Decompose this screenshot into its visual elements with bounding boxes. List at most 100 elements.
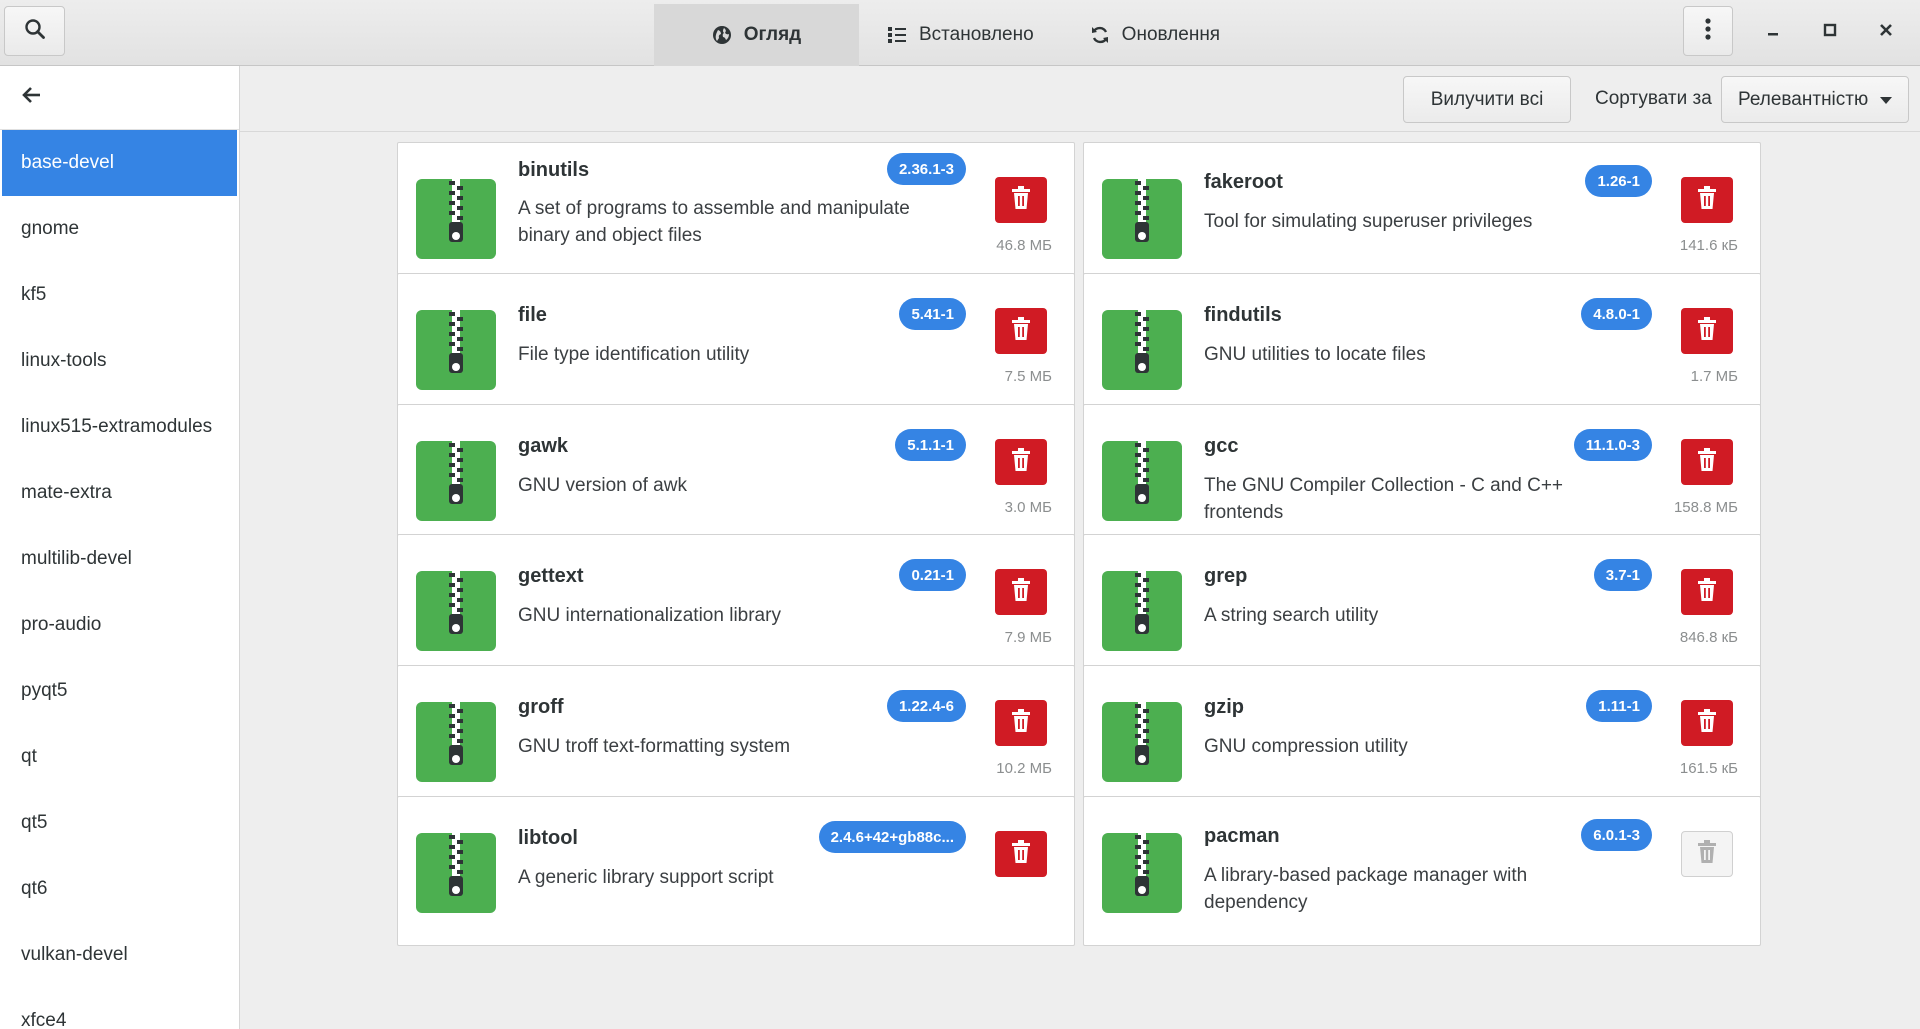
maximize-button[interactable] (1808, 10, 1852, 54)
package-description: GNU internationalization library (518, 605, 781, 626)
trash-icon (1696, 185, 1718, 215)
tab-updates[interactable]: Оновлення (1062, 4, 1248, 66)
package-card-file[interactable]: file 5.41-1 File type identification utili… (397, 273, 1075, 423)
sidebar-item-gnome[interactable]: gnome (0, 196, 239, 262)
package-card-grep[interactable]: grep 3.7-1 A string search utility 846.8 кБ (1083, 534, 1761, 684)
remove-package-button[interactable] (1681, 177, 1733, 223)
version-badge: 6.0.1-3 (1581, 819, 1652, 851)
package-icon (416, 179, 496, 259)
package-name: fakeroot (1204, 171, 1283, 193)
sidebar-item-vulkan-devel[interactable]: vulkan-devel (0, 922, 239, 988)
package-card-groff[interactable]: groff 1.22.4-6 GNU troff text-formatting s… (397, 665, 1075, 815)
zip-archive-icon (1102, 833, 1182, 917)
trash-icon (1010, 839, 1032, 869)
trash-icon (1696, 577, 1718, 607)
trash-icon (1696, 839, 1718, 869)
package-description: GNU utilities to locate files (1204, 344, 1426, 365)
package-card-fakeroot[interactable]: fakeroot 1.26-1 Tool for simulating superu… (1083, 142, 1761, 292)
package-name: libtool (518, 827, 578, 849)
remove-package-button[interactable] (1681, 439, 1733, 485)
version-badge: 1.11-1 (1586, 690, 1652, 722)
package-card-gawk[interactable]: gawk 5.1.1-1 GNU version of awk 3.0 МБ (397, 404, 1075, 554)
remove-package-button[interactable] (995, 831, 1047, 877)
package-name: gzip (1204, 696, 1244, 718)
header-bar: Огляд Встановлено Оновлення (0, 0, 1920, 66)
arrow-left-icon (22, 86, 42, 109)
remove-package-button[interactable] (995, 177, 1047, 223)
zip-archive-icon (416, 441, 496, 525)
sidebar-item-pro-audio[interactable]: pro-audio (0, 592, 239, 658)
package-size: 7.9 МБ (1004, 629, 1052, 646)
close-button[interactable] (1864, 10, 1908, 54)
tab-installed-label: Встановлено (919, 24, 1034, 45)
package-icon (1102, 441, 1182, 521)
version-badge: 5.41-1 (899, 298, 966, 330)
package-size: 161.5 кБ (1679, 760, 1738, 777)
remove-package-button[interactable] (1681, 700, 1733, 746)
sidebar-item-multilib-devel[interactable]: multilib-devel (0, 526, 239, 592)
remove-package-button[interactable] (995, 569, 1047, 615)
sidebar-item-base-devel[interactable]: base-devel (2, 130, 237, 196)
package-size: 3.0 МБ (1004, 499, 1052, 516)
sidebar: base-devel gnome kf5 linux-tools linux515-ex… (0, 66, 240, 1029)
package-card-gettext[interactable]: gettext 0.21-1 GNU internationalization li… (397, 534, 1075, 684)
package-name: grep (1204, 565, 1248, 587)
sidebar-item-linux-tools[interactable]: linux-tools (0, 328, 239, 394)
minimize-icon (1766, 23, 1780, 42)
remove-package-button[interactable] (1681, 831, 1733, 877)
sidebar-item-linux515-extramodules[interactable]: linux515-extramodules (0, 394, 239, 460)
remove-package-button[interactable] (995, 700, 1047, 746)
remove-package-button[interactable] (1681, 569, 1733, 615)
search-button[interactable] (4, 6, 65, 56)
package-icon (416, 833, 496, 913)
sidebar-item-qt[interactable]: qt (0, 724, 239, 790)
package-size: 46.8 МБ (996, 237, 1052, 254)
package-icon (416, 310, 496, 390)
zip-archive-icon (1102, 179, 1182, 263)
package-name: gawk (518, 435, 569, 457)
tab-updates-label: Оновлення (1121, 24, 1221, 45)
trash-icon (1696, 447, 1718, 477)
package-name: binutils (518, 159, 590, 181)
version-badge: 1.26-1 (1585, 165, 1652, 197)
tab-explore[interactable]: Огляд (654, 4, 859, 66)
package-icon (416, 571, 496, 651)
minimize-button[interactable] (1751, 10, 1795, 54)
package-card-libtool[interactable]: libtool 2.4.6+42+gb88c... A generic librar… (397, 796, 1075, 946)
trash-icon (1696, 316, 1718, 346)
version-badge: 4.8.0-1 (1581, 298, 1652, 330)
package-description: GNU version of awk (518, 475, 687, 496)
remove-all-button[interactable]: Вилучити всі (1403, 76, 1571, 123)
sidebar-item-kf5[interactable]: kf5 (0, 262, 239, 328)
tab-installed[interactable]: Встановлено (859, 4, 1062, 66)
package-card-gzip[interactable]: gzip 1.11-1 GNU compression utility 161.5 к… (1083, 665, 1761, 815)
trash-icon (1010, 708, 1032, 738)
remove-package-button[interactable] (1681, 308, 1733, 354)
chevron-down-icon (1880, 97, 1892, 104)
sidebar-item-xfce4[interactable]: xfce4 (0, 988, 239, 1029)
package-card-binutils[interactable]: binutils 2.36.1-3 A set of programs to ass… (397, 142, 1075, 292)
globe-icon (712, 25, 732, 45)
sidebar-item-qt5[interactable]: qt5 (0, 790, 239, 856)
list-icon (887, 26, 907, 44)
back-button[interactable] (0, 66, 239, 130)
menu-button[interactable] (1683, 6, 1733, 56)
package-card-findutils[interactable]: findutils 4.8.0-1 GNU utilities to locate … (1083, 273, 1761, 423)
sort-value: Релевантністю (1738, 88, 1869, 110)
trash-icon (1010, 185, 1032, 215)
sidebar-item-mate-extra[interactable]: mate-extra (0, 460, 239, 526)
package-description: GNU compression utility (1204, 736, 1408, 757)
version-badge: 3.7-1 (1593, 559, 1652, 591)
package-card-pacman[interactable]: pacman 6.0.1-3 A library-based package man… (1083, 796, 1761, 946)
sort-dropdown[interactable]: Релевантністю (1721, 76, 1909, 123)
view-tabs: Огляд Встановлено Оновлення (654, 4, 1248, 66)
sidebar-item-qt6[interactable]: qt6 (0, 856, 239, 922)
remove-package-button[interactable] (995, 439, 1047, 485)
content-toolbar: Вилучити всі Сортувати за Релевантністю (240, 66, 1920, 132)
package-card-gcc[interactable]: gcc 11.1.0-3 The GNU Compiler Collection -… (1083, 404, 1761, 554)
remove-package-button[interactable] (995, 308, 1047, 354)
sidebar-item-pyqt5[interactable]: pyqt5 (0, 658, 239, 724)
package-icon (1102, 310, 1182, 390)
close-icon (1879, 23, 1893, 42)
version-badge: 11.1.0-3 (1573, 429, 1652, 461)
